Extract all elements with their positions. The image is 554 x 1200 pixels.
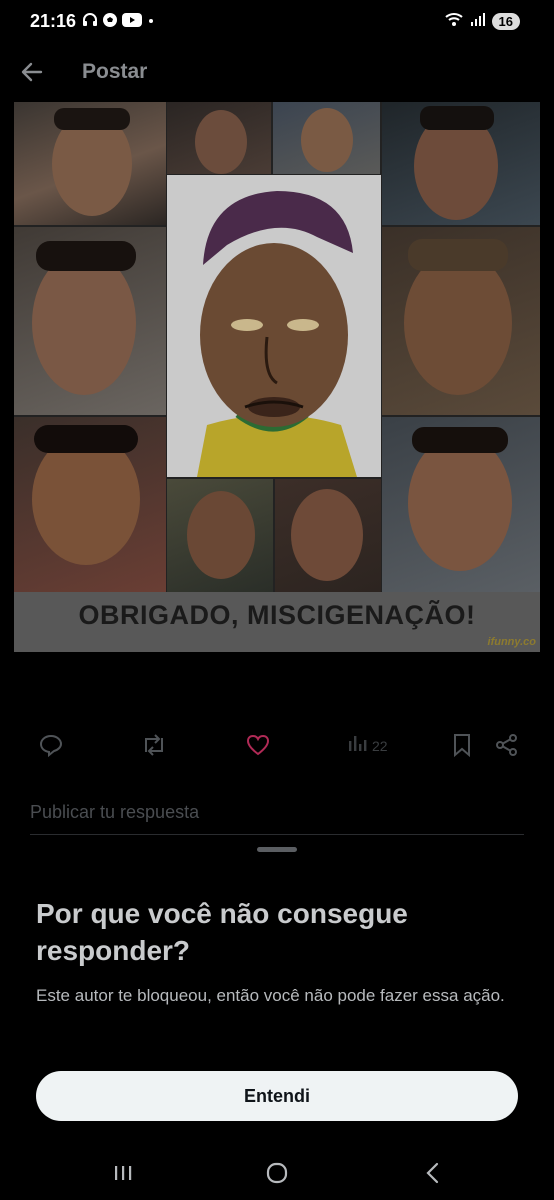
sheet-message: Este autor te bloqueou, então você não p…: [36, 986, 505, 1005]
recents-icon[interactable]: [110, 1160, 136, 1191]
photo-tile: [14, 102, 166, 225]
sheet-title: Por que você não consegue responder?: [36, 898, 408, 966]
reply-icon: [38, 732, 64, 763]
repost-button[interactable]: [140, 732, 168, 763]
views-button[interactable]: 22: [346, 732, 388, 759]
photo-collage: [14, 102, 540, 592]
reply-placeholder: Publicar tu respuesta: [30, 802, 200, 822]
headphones-icon: [82, 12, 98, 28]
arrow-left-icon[interactable]: [18, 58, 46, 86]
understood-button[interactable]: Entendi: [36, 1071, 518, 1121]
dot-icon: [146, 12, 156, 28]
share-button[interactable]: [494, 732, 520, 763]
status-time: 21:16: [30, 11, 77, 31]
status-right: 16: [444, 11, 520, 32]
photo-tile: [382, 227, 540, 415]
watermark: ifunny.co: [487, 636, 536, 648]
photo-tile: [167, 102, 271, 174]
photo-tile: [273, 102, 380, 174]
photo-tile: [14, 417, 166, 592]
soccer-ball-icon: [102, 12, 118, 28]
photo-tile: [382, 102, 540, 225]
home-icon[interactable]: [264, 1160, 290, 1191]
photo-tile: [275, 479, 381, 592]
heart-icon: [245, 732, 271, 763]
signal-icon: [470, 11, 486, 32]
status-left-icons: [82, 12, 156, 28]
photo-tile: [167, 479, 273, 592]
photo-tile: [14, 227, 166, 415]
photo-tile: [382, 417, 540, 592]
share-icon: [494, 732, 520, 763]
views-count: 22: [372, 737, 388, 754]
page-title: Postar: [82, 60, 148, 83]
wifi-icon: [444, 11, 464, 32]
nav-back-icon[interactable]: [420, 1160, 446, 1191]
meme-caption-strip: OBRIGADO, MISCIGENAÇÃO! ifunny.co: [14, 592, 540, 652]
meme-caption: OBRIGADO, MISCIGENAÇÃO!: [78, 600, 476, 630]
reply-button[interactable]: [38, 732, 64, 763]
system-nav-bar: [0, 1148, 554, 1200]
reply-input[interactable]: Publicar tu respuesta: [30, 798, 524, 835]
post-image[interactable]: OBRIGADO, MISCIGENAÇÃO! ifunny.co: [14, 102, 540, 652]
like-button[interactable]: [245, 732, 271, 763]
post-actions: 22: [0, 726, 554, 766]
sheet-drag-handle[interactable]: [257, 847, 297, 852]
battery-indicator: 16: [491, 13, 520, 30]
views-icon: [346, 732, 368, 759]
cartoon-drawing: [167, 175, 381, 477]
bookmark-icon: [450, 732, 474, 763]
status-bar: 21:16 16: [0, 0, 554, 44]
repost-icon: [140, 732, 168, 763]
post-header: Postar: [0, 48, 554, 98]
bookmark-button[interactable]: [450, 732, 474, 763]
youtube-icon: [122, 12, 142, 28]
